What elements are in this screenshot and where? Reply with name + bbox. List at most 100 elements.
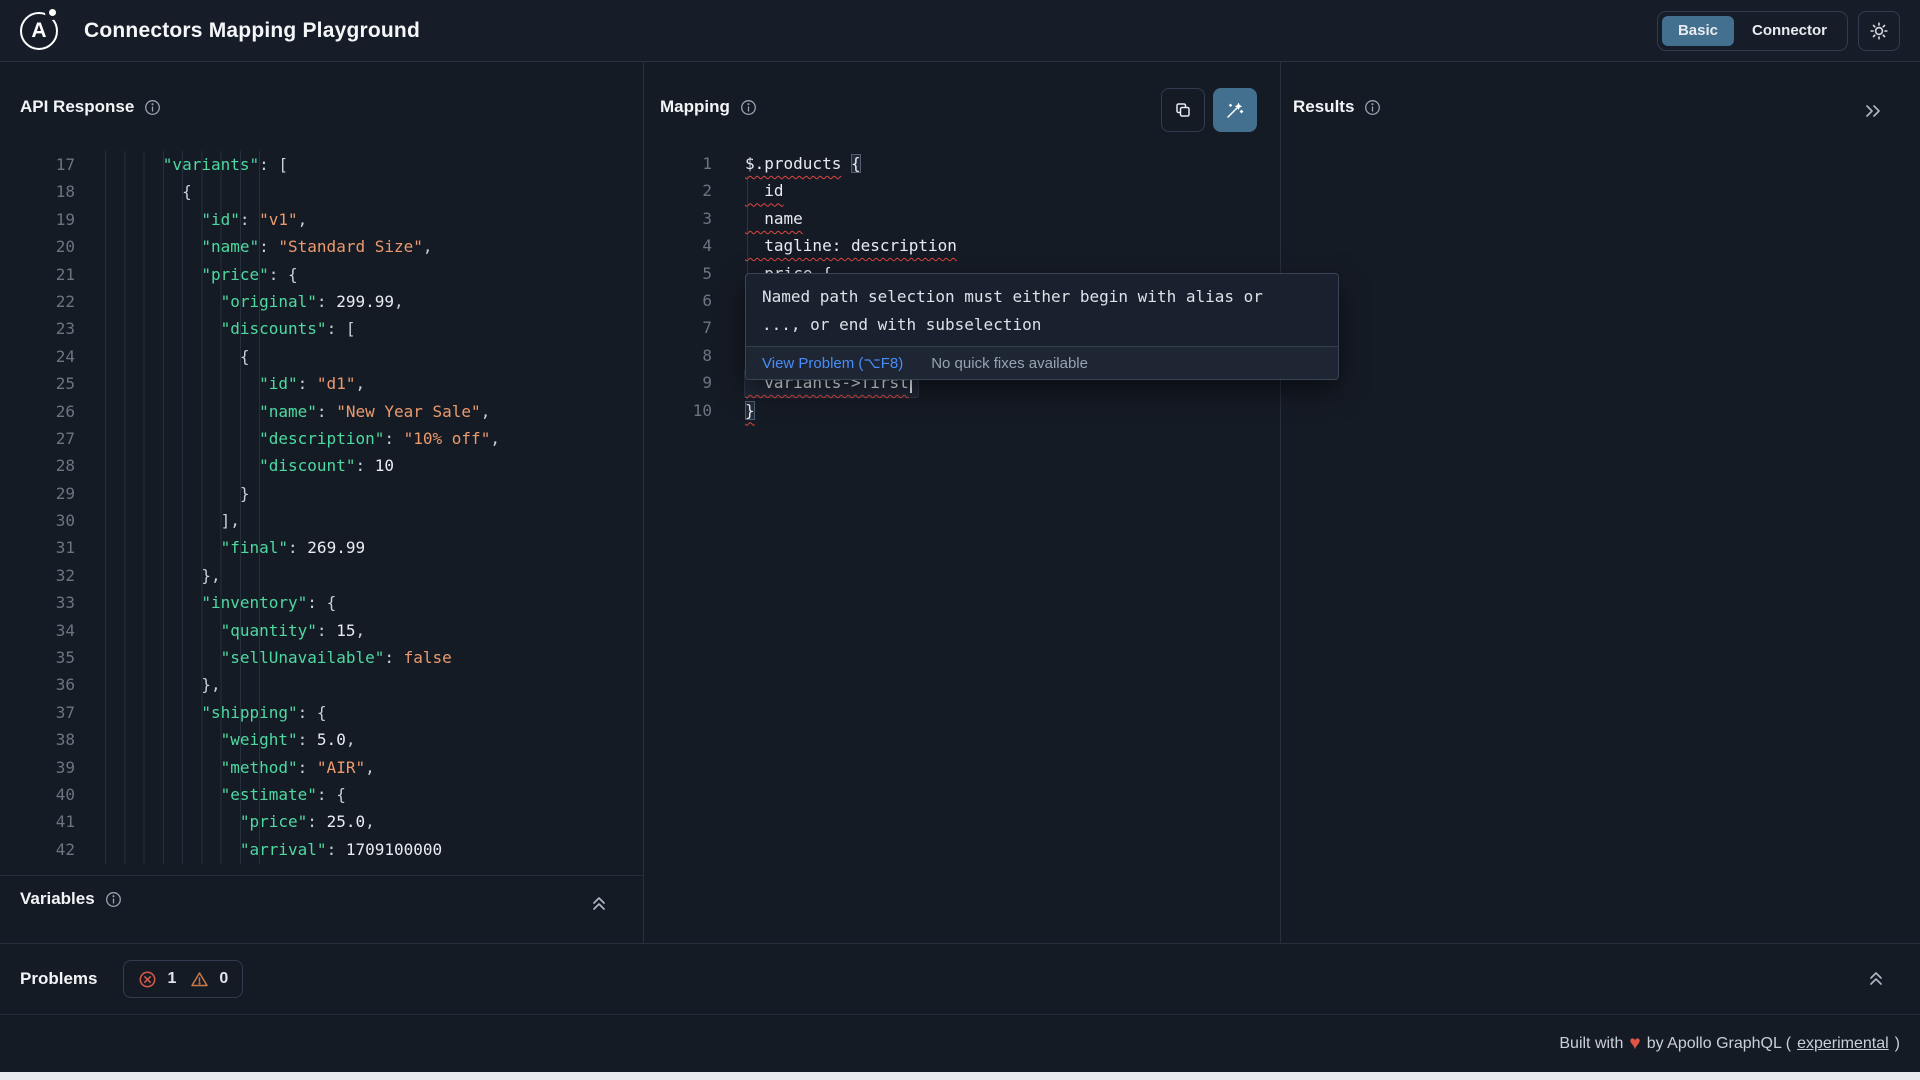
- copy-icon: [1173, 100, 1193, 120]
- error-count: 1: [167, 970, 176, 988]
- apollo-logo-icon: A: [20, 12, 58, 50]
- footer-text: by Apollo GraphQL (: [1647, 1035, 1791, 1053]
- code-text[interactable]: id: [745, 177, 784, 204]
- code-line: 37 "shipping": {: [0, 699, 643, 726]
- panel-divider: [643, 62, 644, 943]
- code-text[interactable]: "price": {: [105, 261, 298, 288]
- line-number: 25: [0, 370, 75, 397]
- code-line: 2 id: [643, 177, 1280, 204]
- code-line: 22 "original": 299.99,: [0, 288, 643, 315]
- mode-basic-button[interactable]: Basic: [1662, 16, 1734, 46]
- problems-bar: Problems 1 0: [0, 943, 1920, 1014]
- code-text[interactable]: "name": "Standard Size",: [105, 233, 433, 260]
- line-number: 34: [0, 617, 75, 644]
- experimental-link[interactable]: experimental: [1797, 1035, 1889, 1053]
- copy-button[interactable]: [1161, 88, 1205, 132]
- line-number: 27: [0, 425, 75, 452]
- code-text[interactable]: name: [745, 205, 803, 232]
- line-number: 26: [0, 398, 75, 425]
- page-title: Connectors Mapping Playground: [84, 19, 420, 43]
- code-text[interactable]: "inventory": {: [105, 589, 336, 616]
- code-text[interactable]: "weight": 5.0,: [105, 726, 355, 753]
- code-text[interactable]: "id": "v1",: [105, 206, 307, 233]
- warning-triangle-icon: [190, 970, 209, 989]
- line-number: 7: [643, 314, 712, 341]
- mapping-toolbar: [1161, 88, 1257, 132]
- code-text[interactable]: "method": "AIR",: [105, 754, 375, 781]
- mode-connector-button[interactable]: Connector: [1736, 16, 1843, 46]
- code-text[interactable]: "discount": 10: [105, 452, 394, 479]
- line-number: 9: [643, 369, 712, 396]
- code-text[interactable]: "id": "d1",: [105, 370, 365, 397]
- code-text[interactable]: "description": "10% off",: [105, 425, 500, 452]
- line-number: 23: [0, 315, 75, 342]
- code-text[interactable]: "discounts": [: [105, 315, 355, 342]
- problems-expand-button[interactable]: [1866, 968, 1886, 990]
- info-icon[interactable]: [1364, 99, 1381, 116]
- theme-toggle-button[interactable]: [1858, 11, 1900, 51]
- sun-icon: [1869, 21, 1889, 41]
- line-number: 17: [0, 151, 75, 178]
- code-text[interactable]: }: [105, 480, 250, 507]
- info-icon[interactable]: [740, 99, 757, 116]
- code-text[interactable]: "price": 25.0,: [105, 808, 375, 835]
- line-number: 10: [643, 397, 712, 424]
- warning-count: 0: [219, 970, 228, 988]
- view-problem-link[interactable]: View Problem (⌥F8): [762, 354, 903, 372]
- code-line: 38 "weight": 5.0,: [0, 726, 643, 753]
- error-circle-icon: [138, 970, 157, 989]
- code-line: 36 },: [0, 671, 643, 698]
- results-panel-header: Results: [1293, 97, 1381, 117]
- code-text[interactable]: "estimate": {: [105, 781, 346, 808]
- code-text[interactable]: "quantity": 15,: [105, 617, 365, 644]
- code-text[interactable]: },: [105, 562, 221, 589]
- code-line: 42 "arrival": 1709100000: [0, 836, 643, 863]
- code-text[interactable]: "arrival": 1709100000: [105, 836, 442, 863]
- code-text[interactable]: "variants": [: [105, 151, 288, 178]
- line-number: 42: [0, 836, 75, 863]
- line-number: 32: [0, 562, 75, 589]
- header-actions: Basic Connector: [1657, 11, 1900, 51]
- code-text[interactable]: "final": 269.99: [105, 534, 365, 561]
- line-number: 1: [643, 150, 712, 177]
- line-number: 2: [643, 177, 712, 204]
- code-text[interactable]: "original": 299.99,: [105, 288, 404, 315]
- code-text[interactable]: ],: [105, 507, 240, 534]
- info-icon[interactable]: [105, 891, 122, 908]
- api-response-title: API Response: [20, 97, 134, 117]
- code-text[interactable]: {: [105, 178, 192, 205]
- line-number: 3: [643, 205, 712, 232]
- info-icon[interactable]: [144, 99, 161, 116]
- code-text[interactable]: "name": "New Year Sale",: [105, 398, 490, 425]
- code-line: 3 name: [643, 205, 1280, 232]
- code-line: 26 "name": "New Year Sale",: [0, 398, 643, 425]
- code-text[interactable]: $.products {: [745, 150, 861, 177]
- magic-wand-button[interactable]: [1213, 88, 1257, 132]
- line-number: 41: [0, 808, 75, 835]
- code-line: 24 {: [0, 343, 643, 370]
- footer-text: ): [1895, 1035, 1900, 1053]
- mode-toggle: Basic Connector: [1657, 11, 1848, 51]
- error-message-line: ..., or end with subselection: [762, 311, 1322, 339]
- code-text[interactable]: tagline: description: [745, 232, 957, 259]
- problems-count-badge[interactable]: 1 0: [123, 960, 243, 998]
- code-text[interactable]: {: [105, 343, 250, 370]
- line-number: 20: [0, 233, 75, 260]
- results-collapse-button[interactable]: [1862, 101, 1884, 121]
- code-text[interactable]: }: [745, 397, 755, 424]
- line-number: 21: [0, 261, 75, 288]
- no-quick-fixes-label: No quick fixes available: [931, 355, 1088, 372]
- app-header: A Connectors Mapping Playground Basic Co…: [0, 0, 1920, 62]
- code-line: 41 "price": 25.0,: [0, 808, 643, 835]
- code-line: 23 "discounts": [: [0, 315, 643, 342]
- code-text[interactable]: },: [105, 671, 221, 698]
- api-response-editor[interactable]: 17 "variants": [18 {19 "id": "v1",20 "na…: [0, 151, 643, 863]
- code-line: 10}: [643, 397, 1280, 424]
- bottom-strip: [0, 1072, 1920, 1080]
- error-tooltip: Named path selection must either begin w…: [745, 273, 1339, 380]
- code-text[interactable]: "sellUnavailable": false: [105, 644, 452, 671]
- code-line: 18 {: [0, 178, 643, 205]
- line-number: 22: [0, 288, 75, 315]
- variables-expand-button[interactable]: [589, 893, 609, 915]
- code-text[interactable]: "shipping": {: [105, 699, 327, 726]
